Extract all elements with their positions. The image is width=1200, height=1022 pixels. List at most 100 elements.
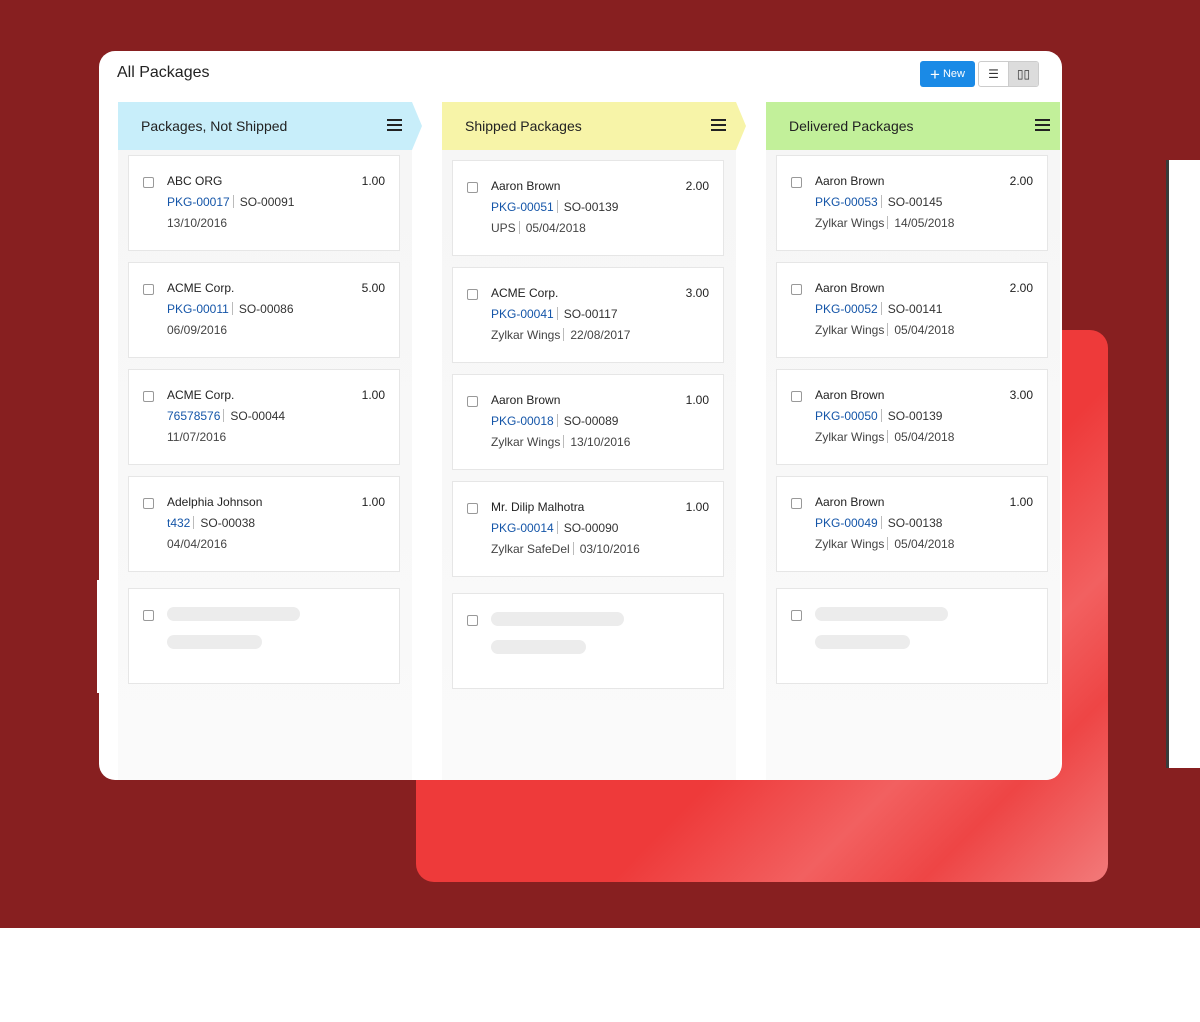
carrier: Zylkar Wings xyxy=(815,216,885,230)
package-number-link[interactable]: PKG-00018 xyxy=(491,414,554,428)
package-card[interactable]: ACME Corp. 1.00 76578576 SO-00044 11/07/2… xyxy=(128,369,400,465)
select-checkbox[interactable] xyxy=(467,396,478,407)
package-date: 03/10/2016 xyxy=(579,542,640,556)
column-title: Delivered Packages xyxy=(789,118,914,134)
package-number-link[interactable]: PKG-00052 xyxy=(815,302,878,316)
sales-order-number: SO-00089 xyxy=(563,414,619,428)
carrier: Zylkar Wings xyxy=(491,435,561,449)
column-title: Packages, Not Shipped xyxy=(141,118,288,134)
column-delivered: Delivered Packages Aaron Brown 2.00 PKG-… xyxy=(766,102,1060,780)
customer-name: Adelphia Johnson xyxy=(167,495,263,509)
carrier: UPS xyxy=(491,221,516,235)
package-card[interactable]: Aaron Brown 2.00 PKG-00052 SO-00141 Zylka… xyxy=(776,262,1048,358)
menu-icon[interactable] xyxy=(1035,119,1050,131)
package-number-link[interactable]: t432 xyxy=(167,516,190,530)
package-date: 13/10/2016 xyxy=(167,216,228,230)
carrier: Zylkar Wings xyxy=(815,537,885,551)
package-date: 11/07/2016 xyxy=(167,430,227,444)
package-number-link[interactable]: PKG-00050 xyxy=(815,409,878,423)
columns-icon: ▯▯ xyxy=(1016,67,1031,81)
menu-icon[interactable] xyxy=(387,119,402,131)
package-number-link[interactable]: PKG-00011 xyxy=(167,302,229,316)
select-checkbox[interactable] xyxy=(467,289,478,300)
plus-icon: + xyxy=(930,64,940,84)
sales-order-number: SO-00090 xyxy=(563,521,619,535)
sales-order-number: SO-00138 xyxy=(887,516,943,530)
select-checkbox[interactable] xyxy=(467,615,478,626)
package-date: 04/04/2016 xyxy=(167,537,228,551)
select-checkbox[interactable] xyxy=(791,391,802,402)
package-number-link[interactable]: PKG-00014 xyxy=(491,521,554,535)
select-checkbox[interactable] xyxy=(143,498,154,509)
decorative-white-panel xyxy=(1166,160,1200,768)
carrier: Zylkar Wings xyxy=(491,328,561,342)
package-number-link[interactable]: PKG-00053 xyxy=(815,195,878,209)
package-card[interactable]: Adelphia Johnson 1.00 t432 SO-00038 04/04… xyxy=(128,476,400,572)
select-checkbox[interactable] xyxy=(467,503,478,514)
package-date: 05/04/2018 xyxy=(894,323,955,337)
column-title: Shipped Packages xyxy=(465,118,582,134)
column-header: Shipped Packages xyxy=(442,102,746,150)
customer-name: ACME Corp. xyxy=(491,286,559,300)
package-card[interactable]: Aaron Brown 1.00 PKG-00049 SO-00138 Zylka… xyxy=(776,476,1048,572)
package-number-link[interactable]: PKG-00017 xyxy=(167,195,230,209)
sales-order-number: SO-00139 xyxy=(563,200,619,214)
customer-name: ACME Corp. xyxy=(167,388,235,402)
package-card[interactable]: Aaron Brown 1.00 PKG-00018 SO-00089 Zylka… xyxy=(452,374,724,470)
select-checkbox[interactable] xyxy=(791,284,802,295)
select-checkbox[interactable] xyxy=(143,177,154,188)
sales-order-number: SO-00117 xyxy=(563,307,618,321)
package-card[interactable]: ACME Corp. 3.00 PKG-00041 SO-00117 Zylkar… xyxy=(452,267,724,363)
sales-order-number: SO-00139 xyxy=(887,409,943,423)
package-card[interactable]: Aaron Brown 3.00 PKG-00050 SO-00139 Zylka… xyxy=(776,369,1048,465)
quantity: 1.00 xyxy=(685,393,709,407)
package-card[interactable]: Aaron Brown 2.00 PKG-00053 SO-00145 Zylka… xyxy=(776,155,1048,251)
sales-order-number: SO-00091 xyxy=(239,195,295,209)
loading-placeholder-card xyxy=(452,593,724,689)
new-button[interactable]: + New xyxy=(920,61,975,87)
package-card[interactable]: Aaron Brown 2.00 PKG-00051 SO-00139 UPS 05… xyxy=(452,160,724,256)
package-number-link[interactable]: PKG-00051 xyxy=(491,200,554,214)
customer-name: ACME Corp. xyxy=(167,281,235,295)
quantity: 2.00 xyxy=(1009,174,1033,188)
sales-order-number: SO-00086 xyxy=(238,302,294,316)
select-checkbox[interactable] xyxy=(143,284,154,295)
select-checkbox[interactable] xyxy=(467,182,478,193)
package-card[interactable]: ABC ORG 1.00 PKG-00017 SO-00091 13/10/201… xyxy=(128,155,400,251)
column-header: Packages, Not Shipped xyxy=(118,102,422,150)
package-number-link[interactable]: PKG-00049 xyxy=(815,516,878,530)
sales-order-number: SO-00141 xyxy=(887,302,943,316)
package-date: 22/08/2017 xyxy=(570,328,631,342)
quantity: 1.00 xyxy=(361,174,385,188)
package-date: 06/09/2016 xyxy=(167,323,228,337)
kanban-view-button[interactable]: ▯▯ xyxy=(1008,62,1038,86)
customer-name: Mr. Dilip Malhotra xyxy=(491,500,585,514)
customer-name: Aaron Brown xyxy=(815,174,885,188)
list-icon: ☰ xyxy=(988,67,999,81)
loading-placeholder-card xyxy=(776,588,1048,684)
package-number-link[interactable]: 76578576 xyxy=(167,409,220,423)
sales-order-number: SO-00145 xyxy=(887,195,943,209)
package-number-link[interactable]: PKG-00041 xyxy=(491,307,554,321)
package-card[interactable]: ACME Corp. 5.00 PKG-00011 SO-00086 06/09/… xyxy=(128,262,400,358)
sales-order-number: SO-00038 xyxy=(200,516,256,530)
select-checkbox[interactable] xyxy=(791,177,802,188)
select-checkbox[interactable] xyxy=(143,610,154,621)
quantity: 5.00 xyxy=(361,281,385,295)
select-checkbox[interactable] xyxy=(143,391,154,402)
customer-name: Aaron Brown xyxy=(815,495,885,509)
column-shipped: Shipped Packages Aaron Brown 2.00 PKG-00… xyxy=(442,102,746,780)
package-card[interactable]: Mr. Dilip Malhotra 1.00 PKG-00014 SO-0009… xyxy=(452,481,724,577)
package-date: 13/10/2016 xyxy=(570,435,631,449)
quantity: 3.00 xyxy=(1009,388,1033,402)
select-checkbox[interactable] xyxy=(791,610,802,621)
quantity: 1.00 xyxy=(685,500,709,514)
list-view-button[interactable]: ☰ xyxy=(979,62,1008,86)
carrier: Zylkar Wings xyxy=(815,430,885,444)
new-label: New xyxy=(942,68,965,80)
menu-icon[interactable] xyxy=(711,119,726,131)
select-checkbox[interactable] xyxy=(791,498,802,509)
customer-name: Aaron Brown xyxy=(815,388,885,402)
customer-name: Aaron Brown xyxy=(815,281,885,295)
column-header: Delivered Packages xyxy=(766,102,1060,150)
